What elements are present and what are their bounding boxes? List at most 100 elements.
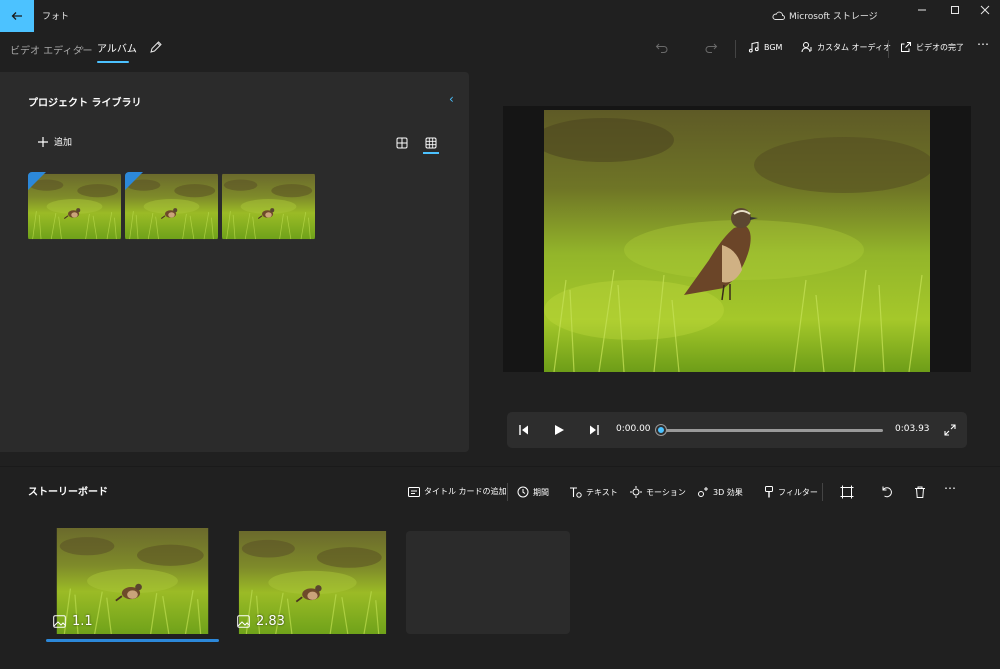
music-note-icon [748, 41, 759, 53]
clip-duration-value: 1.1 [72, 614, 93, 629]
custom-audio-label: カスタム オーディオ [817, 42, 891, 52]
title-card-icon [408, 486, 420, 497]
storyboard-divider [0, 466, 1000, 467]
clip-duration-value: 2.83 [256, 614, 285, 629]
motion-button[interactable]: モーション [630, 486, 686, 498]
storage-label: Microsoft ストレージ [789, 12, 878, 22]
next-frame-button[interactable] [587, 423, 601, 437]
seek-track[interactable] [661, 429, 883, 432]
view-selected-indicator [423, 152, 439, 154]
duration-label: 期間 [533, 487, 549, 497]
bgm-label: BGM [764, 42, 783, 52]
play-button[interactable] [552, 423, 566, 437]
breadcrumb-underline [97, 61, 129, 63]
step-forward-icon [590, 425, 599, 435]
storyboard-toolbar-divider [507, 483, 508, 501]
more-icon: ⋯ [944, 481, 956, 495]
maximize-button[interactable] [940, 0, 970, 20]
collapse-library-icon[interactable]: ‹ [449, 92, 454, 106]
storyboard-more-button[interactable]: ⋯ [944, 481, 956, 495]
storage-link[interactable]: Microsoft ストレージ [772, 9, 878, 22]
crop-frame-icon [840, 485, 854, 499]
storyboard-title: ストーリーボード [28, 487, 108, 498]
project-library-panel: プロジェクト ライブラリ ‹ 追加 [0, 72, 469, 452]
more-icon: ⋯ [977, 37, 989, 51]
toolbar-divider [888, 40, 889, 58]
clock-icon [517, 486, 529, 498]
library-thumbnail[interactable] [222, 172, 315, 241]
filter-brush-icon [765, 486, 773, 498]
person-audio-icon [801, 42, 812, 53]
redo-button[interactable] [704, 41, 718, 55]
seek-handle[interactable] [656, 425, 666, 435]
close-icon [980, 5, 990, 15]
back-arrow-icon [11, 12, 22, 20]
text-label: テキスト [586, 487, 618, 497]
redo-icon [705, 43, 718, 53]
add-title-card-label: タイトル カードの追加 [424, 487, 507, 496]
filter-button[interactable]: フィルター [764, 486, 818, 498]
finish-video-label: ビデオの完了 [916, 42, 964, 52]
rotate-button[interactable] [880, 485, 894, 499]
image-icon [237, 615, 250, 628]
image-icon [53, 615, 66, 628]
trash-icon [915, 486, 925, 498]
breadcrumb-current: アルバム [97, 44, 137, 55]
current-time: 0:00.00 [616, 424, 651, 434]
video-preview[interactable] [544, 110, 930, 372]
text-button[interactable]: テキスト [569, 486, 618, 498]
large-grid-view-button[interactable] [393, 134, 411, 152]
total-time: 0:03.93 [895, 424, 930, 434]
library-title: プロジェクト ライブラリ [28, 98, 142, 109]
toolbar-divider [735, 40, 736, 58]
back-button[interactable] [0, 0, 34, 32]
large-grid-icon [396, 137, 408, 149]
library-thumbnail[interactable] [28, 172, 121, 241]
undo-button[interactable] [655, 41, 669, 55]
filter-label: フィルター [778, 487, 818, 497]
storyboard-clip[interactable]: 2.83 [230, 531, 395, 634]
fullscreen-button[interactable] [943, 423, 957, 437]
resize-button[interactable] [840, 485, 854, 499]
motion-icon [630, 486, 642, 498]
empty-clip-slot[interactable] [406, 531, 570, 634]
add-media-label: 追加 [54, 138, 73, 148]
command-bar: ビデオ エディター › アルバム BGM カスタム オーディオ ビデオの完了 ⋯ [0, 32, 1000, 68]
duration-button[interactable]: 期間 [517, 486, 549, 498]
pencil-icon [150, 41, 162, 53]
storyboard-clip[interactable]: 1.1 [46, 528, 219, 634]
small-grid-icon [425, 137, 437, 149]
3d-effects-button[interactable]: 3D 効果 [697, 486, 743, 498]
text-icon [570, 487, 582, 498]
rotate-icon [882, 486, 892, 498]
rename-button[interactable] [148, 39, 164, 55]
export-icon [901, 42, 911, 52]
undo-icon [655, 43, 668, 53]
bird-photo [222, 173, 315, 240]
delete-button[interactable] [913, 485, 927, 499]
bgm-button[interactable]: BGM [748, 41, 782, 53]
library-thumbnail[interactable] [125, 172, 218, 241]
maximize-icon [951, 6, 959, 14]
bird-preview-image [544, 110, 930, 372]
clip-duration: 2.83 [237, 614, 285, 629]
app-title: フォト [42, 12, 70, 22]
previous-frame-button[interactable] [517, 423, 531, 437]
plus-icon [38, 136, 48, 147]
minimize-button[interactable] [907, 0, 937, 20]
custom-audio-button[interactable]: カスタム オーディオ [801, 41, 891, 53]
add-title-card-button[interactable]: タイトル カードの追加 [408, 486, 507, 497]
finish-video-button[interactable]: ビデオの完了 [900, 41, 964, 53]
title-bar: フォト Microsoft ストレージ [0, 0, 1000, 32]
play-icon [555, 425, 564, 435]
add-media-button[interactable]: 追加 [38, 135, 72, 148]
expand-icon [944, 424, 956, 436]
clip-duration: 1.1 [53, 614, 93, 629]
cloud-icon [772, 11, 785, 20]
small-grid-view-button[interactable] [422, 134, 440, 152]
motion-label: モーション [646, 487, 686, 497]
more-options-button[interactable]: ⋯ [977, 37, 989, 51]
close-button[interactable] [970, 0, 1000, 20]
in-use-corner-marker [125, 172, 143, 190]
storyboard-toolbar-divider [822, 483, 823, 501]
